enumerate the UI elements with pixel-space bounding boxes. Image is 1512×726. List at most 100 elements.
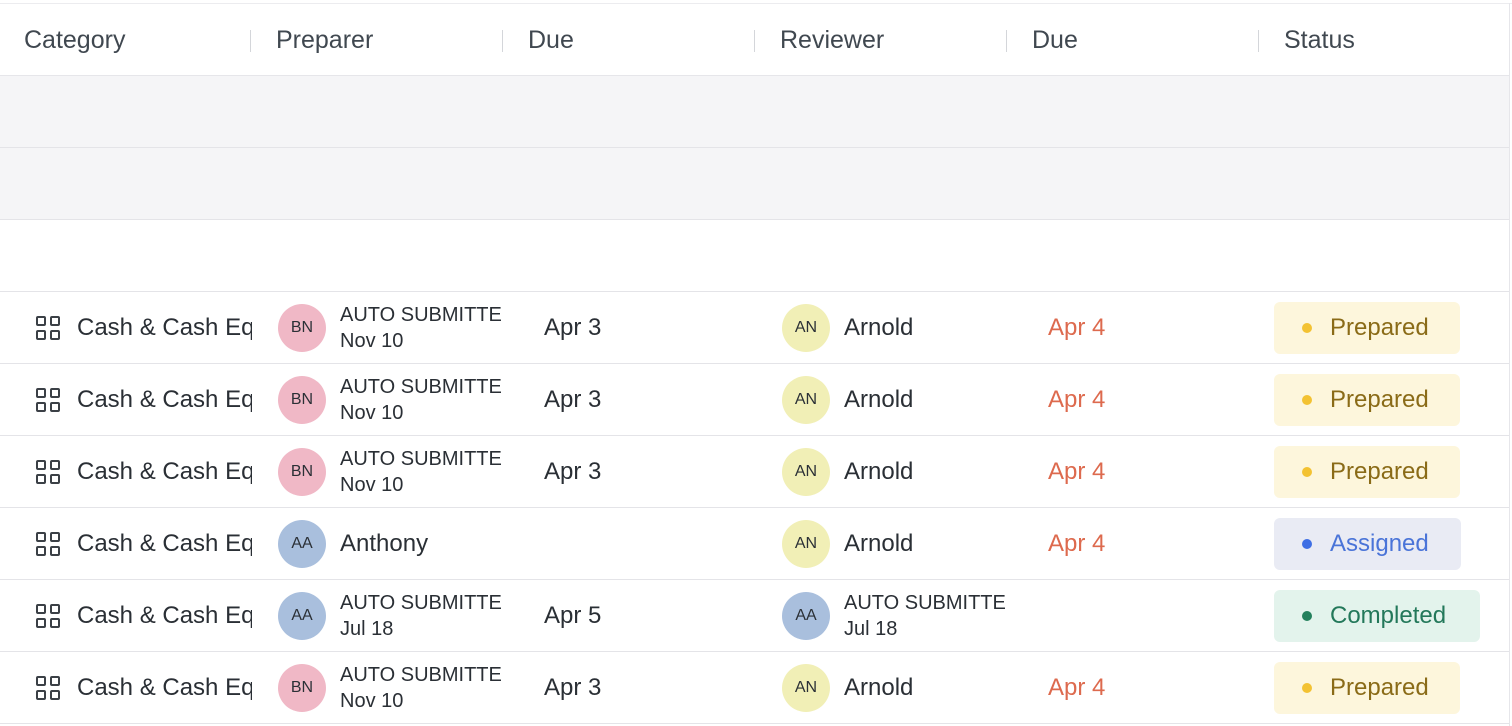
category-label: Cash & Cash Equivalents <box>77 673 252 701</box>
status-cell[interactable]: Prepared <box>1274 292 1460 363</box>
category-cell[interactable]: Cash & Cash Equivalents <box>35 292 252 363</box>
reviewer-cell[interactable]: AA AUTO SUBMITTED Jul 18 <box>782 580 1006 651</box>
category-cell[interactable]: Cash & Cash Equivalents <box>35 436 252 507</box>
status-cell[interactable]: Prepared <box>1274 436 1460 507</box>
column-divider[interactable] <box>1006 30 1007 52</box>
status-label: Prepared <box>1330 313 1429 341</box>
column-divider[interactable] <box>502 30 503 52</box>
status-cell[interactable]: Completed <box>1274 580 1480 651</box>
reviewer-name: Arnold <box>844 673 914 701</box>
preparer-info: AUTO SUBMITTED Nov 10 <box>340 446 502 498</box>
reviewer-info: Arnold <box>844 314 1024 342</box>
preparer-info: AUTO SUBMITTED Nov 10 <box>340 374 502 426</box>
preparer-cell[interactable]: AA AUTO SUBMITTED Jul 18 <box>278 580 502 651</box>
preparer-due-date: Apr 5 <box>544 601 602 629</box>
category-cell[interactable]: Cash & Cash Equivalents <box>35 364 252 435</box>
reviewer-due-cell[interactable]: Apr 4 <box>1048 436 1105 507</box>
reviewer-due-cell[interactable]: Apr 4 <box>1048 292 1105 363</box>
column-divider[interactable] <box>754 30 755 52</box>
table-row[interactable]: Cash & Cash Equivalents BN AUTO SUBMITTE… <box>0 364 1510 436</box>
category-label: Cash & Cash Equivalents <box>77 313 252 341</box>
table-row[interactable]: Cash & Cash Equivalents BN AUTO SUBMITTE… <box>0 436 1510 508</box>
status-dot-icon <box>1302 538 1312 549</box>
status-dot-icon <box>1302 682 1312 693</box>
status-cell[interactable]: Assigned <box>1274 508 1461 579</box>
reviewer-cell[interactable]: AN Arnold <box>782 292 1024 363</box>
category-label: Cash & Cash Equivalents <box>77 457 252 485</box>
grid-icon <box>35 315 61 341</box>
avatar: AN <box>782 375 830 424</box>
status-badge[interactable]: Prepared <box>1274 373 1460 426</box>
table-row[interactable]: Cash & Cash Equivalents BN AUTO SUBMITTE… <box>0 292 1510 364</box>
status-label: Prepared <box>1330 457 1429 485</box>
reviewer-info: Arnold <box>844 458 1024 486</box>
status-badge[interactable]: Prepared <box>1274 301 1460 354</box>
status-badge[interactable]: Prepared <box>1274 661 1460 714</box>
status-cell[interactable]: Prepared <box>1274 364 1460 435</box>
reviewer-due-cell[interactable]: Apr 4 <box>1048 508 1105 579</box>
column-header-reviewer[interactable]: Reviewer <box>754 4 884 76</box>
category-cell[interactable]: Cash & Cash Equivalents <box>35 652 252 723</box>
preparer-cell[interactable]: AA Anthony <box>278 508 520 579</box>
grid-icon <box>35 531 61 557</box>
status-cell[interactable]: Prepared <box>1274 652 1460 723</box>
preparer-due-cell[interactable]: Apr 3 <box>544 292 601 363</box>
reviewer-cell[interactable]: AN Arnold <box>782 508 1024 579</box>
preparer-due-cell[interactable]: Apr 3 <box>544 436 601 507</box>
avatar: BN <box>278 303 326 352</box>
status-dot-icon <box>1302 394 1312 405</box>
preparer-due-cell[interactable]: Apr 3 <box>544 652 601 723</box>
reviewer-due-cell[interactable]: Apr 4 <box>1048 364 1105 435</box>
avatar: AA <box>278 519 326 568</box>
preparer-due-date: Apr 3 <box>544 457 602 485</box>
preparer-cell[interactable]: BN AUTO SUBMITTED Nov 10 <box>278 292 502 363</box>
reviewer-due-cell[interactable]: Apr 4 <box>1048 652 1105 723</box>
column-header-status[interactable]: Status <box>1258 4 1355 76</box>
grid-icon <box>35 387 61 413</box>
reviewer-info: AUTO SUBMITTED Jul 18 <box>844 590 1006 642</box>
preparer-due-date: Apr 3 <box>544 673 602 701</box>
column-header-category[interactable]: Category <box>24 4 125 76</box>
column-header-reviewer-due[interactable]: Due <box>1006 4 1078 76</box>
preparer-due-date: Apr 3 <box>544 385 602 413</box>
grid-icon <box>35 459 61 485</box>
preparer-name: AUTO SUBMITTED <box>340 375 502 398</box>
reviewer-date: Jul 18 <box>844 617 898 640</box>
category-label: Cash & Cash Equivalents <box>77 385 252 413</box>
preparer-cell[interactable]: BN AUTO SUBMITTED Nov 10 <box>278 364 502 435</box>
category-cell[interactable]: Cash & Cash Equivalents <box>35 508 252 579</box>
column-divider[interactable] <box>1258 30 1259 52</box>
reviewer-cell[interactable]: AN Arnold <box>782 364 1024 435</box>
reviewer-cell[interactable]: AN Arnold <box>782 436 1024 507</box>
reviewer-info: Arnold <box>844 386 1024 414</box>
reviewer-name: AUTO SUBMITTED <box>844 591 1006 614</box>
preparer-due-cell[interactable]: Apr 5 <box>544 580 601 651</box>
table-row[interactable]: Cash & Cash Equivalents AA Anthony AN <box>0 508 1510 580</box>
status-badge[interactable]: Completed <box>1274 589 1480 642</box>
category-cell[interactable]: Cash & Cash Equivalents <box>35 580 252 651</box>
empty-row <box>0 220 1510 292</box>
grid-icon <box>35 603 61 629</box>
category-label: Cash & Cash Equivalents <box>77 601 252 629</box>
table-row[interactable]: Cash & Cash Equivalents AA AUTO SUBMITTE… <box>0 580 1510 652</box>
table-row[interactable]: Cash & Cash Equivalents BN AUTO SUBMITTE… <box>0 652 1510 724</box>
preparer-due-cell[interactable]: Apr 3 <box>544 364 601 435</box>
column-header-preparer[interactable]: Preparer <box>250 4 373 76</box>
status-label: Completed <box>1330 601 1447 629</box>
avatar: BN <box>278 375 326 424</box>
column-divider[interactable] <box>250 30 251 52</box>
reviewer-cell[interactable]: AN Arnold <box>782 652 1024 723</box>
preparer-cell[interactable]: BN AUTO SUBMITTED Nov 10 <box>278 652 502 723</box>
group-row[interactable] <box>0 148 1510 220</box>
reviewer-due-date: Apr 4 <box>1048 385 1106 413</box>
preparer-name: AUTO SUBMITTED <box>340 447 502 470</box>
group-row[interactable] <box>0 76 1510 148</box>
column-header-preparer-due[interactable]: Due <box>502 4 574 76</box>
preparer-date: Nov 10 <box>340 689 404 712</box>
status-badge[interactable]: Prepared <box>1274 445 1460 498</box>
preparer-due-date: Apr 3 <box>544 313 602 341</box>
reviewer-due-date: Apr 4 <box>1048 529 1106 557</box>
preparer-cell[interactable]: BN AUTO SUBMITTED Nov 10 <box>278 436 502 507</box>
status-badge[interactable]: Assigned <box>1274 517 1461 570</box>
status-label: Prepared <box>1330 385 1429 413</box>
